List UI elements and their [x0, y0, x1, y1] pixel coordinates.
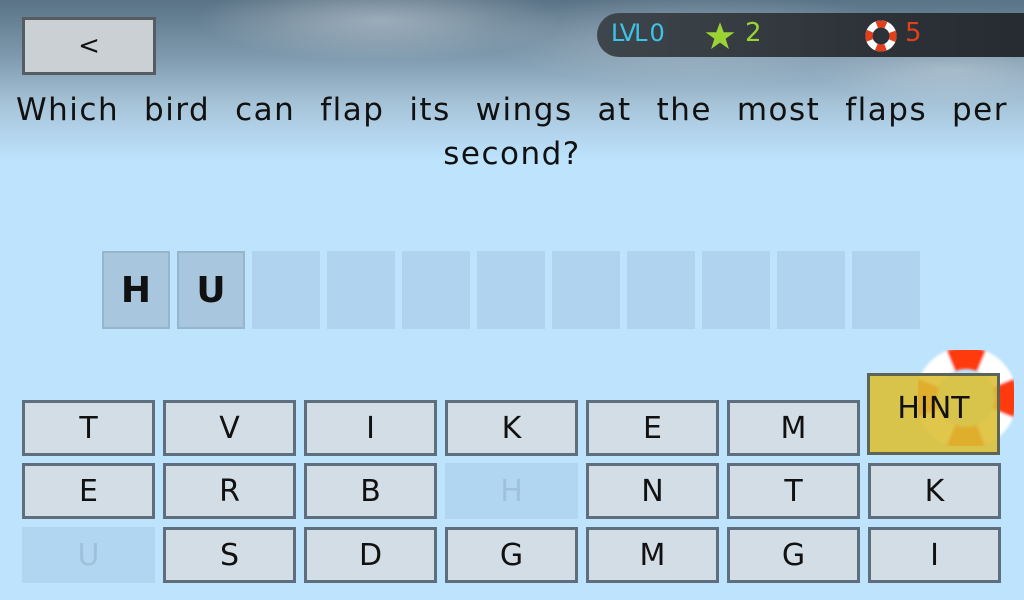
answer-slot[interactable] [402, 251, 470, 329]
chevron-left-icon: < [78, 31, 100, 61]
answer-slot[interactable] [702, 251, 770, 329]
status-bar: LVL 0 2 5 [597, 13, 1024, 57]
letter-key[interactable]: K [868, 463, 1001, 519]
letter-key[interactable]: S [163, 527, 296, 583]
hint-label: HINT [897, 390, 970, 426]
question-line-2: second? [443, 136, 581, 172]
letter-key: H [445, 463, 578, 519]
answer-slot[interactable] [552, 251, 620, 329]
letter-key[interactable]: E [22, 463, 155, 519]
level-label: LVL [611, 19, 648, 47]
hint-button[interactable]: HINT [867, 373, 1000, 455]
letter-key[interactable]: D [304, 527, 437, 583]
letter-key[interactable]: I [304, 400, 437, 456]
back-button[interactable]: < [22, 17, 156, 75]
star-icon [705, 22, 735, 50]
letter-key[interactable]: E [586, 400, 719, 456]
letter-key[interactable]: V [163, 400, 296, 456]
answer-slot[interactable] [777, 251, 845, 329]
level-indicator: LVL 0 [611, 19, 665, 47]
letter-key: U [22, 527, 155, 583]
letter-key[interactable]: R [163, 463, 296, 519]
letter-key[interactable]: B [304, 463, 437, 519]
star-count: 2 [745, 18, 762, 48]
letter-key[interactable]: I [868, 527, 1001, 583]
question-line-1: Which bird can flap its wings at the mos… [16, 92, 1008, 128]
lifebuoy-icon [865, 20, 897, 52]
letter-key[interactable]: M [727, 400, 860, 456]
answer-slot[interactable] [327, 251, 395, 329]
question-text: Which bird can flap its wings at the mos… [16, 88, 1008, 176]
hint-count: 5 [905, 18, 922, 48]
letter-key[interactable]: G [727, 527, 860, 583]
level-value: 0 [649, 19, 665, 47]
letter-key[interactable]: K [445, 400, 578, 456]
answer-slot[interactable] [852, 251, 920, 329]
answer-slot[interactable] [477, 251, 545, 329]
answer-slot[interactable]: H [102, 251, 170, 329]
letter-key[interactable]: G [445, 527, 578, 583]
letter-key[interactable]: T [727, 463, 860, 519]
letter-key[interactable]: T [22, 400, 155, 456]
letter-key[interactable]: M [586, 527, 719, 583]
answer-slot[interactable]: U [177, 251, 245, 329]
answer-slot[interactable] [252, 251, 320, 329]
letter-key[interactable]: N [586, 463, 719, 519]
answer-slot[interactable] [627, 251, 695, 329]
